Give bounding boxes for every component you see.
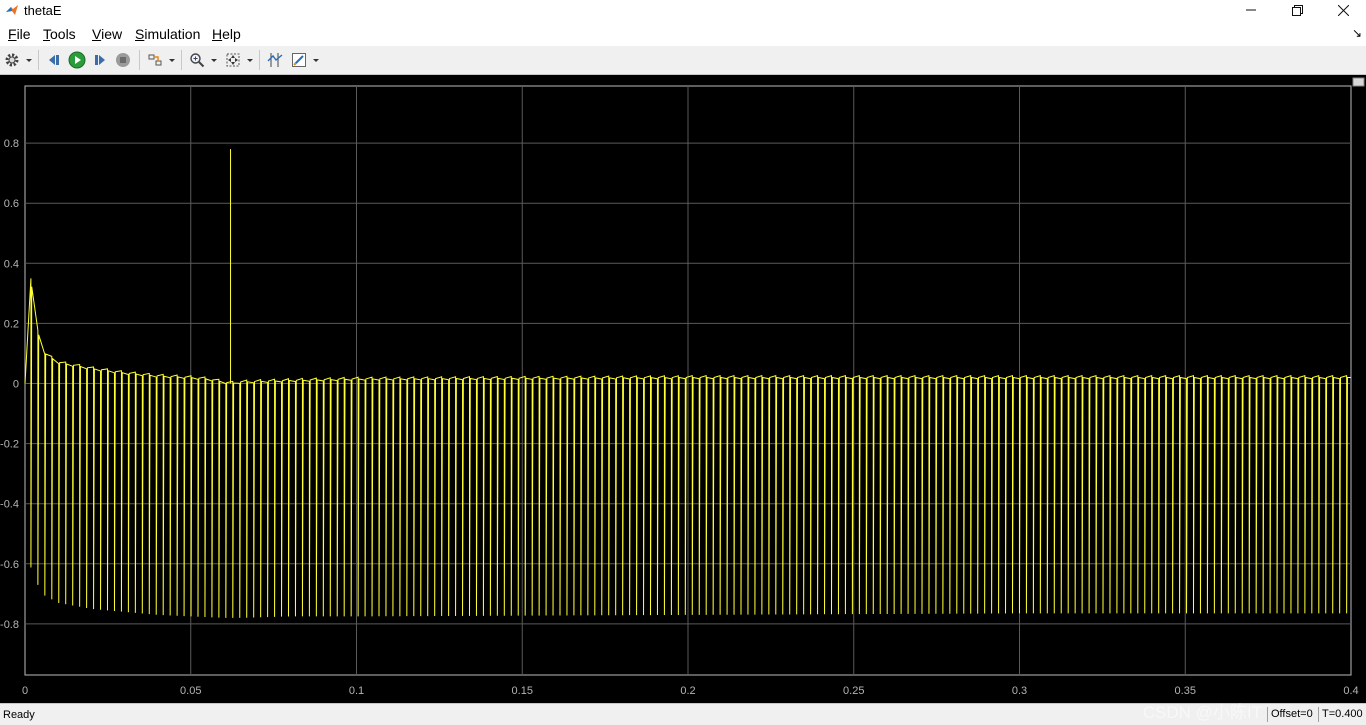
toolbar-separator bbox=[38, 50, 39, 70]
menu-tools[interactable]: Tools bbox=[43, 25, 76, 43]
scope-plot-area: 0 0.05 0.1 0.15 0.2 0.25 0.3 0.35 0.4 -0.8 -0.6 -0.… bbox=[0, 75, 1366, 703]
settings-dropdown-icon[interactable] bbox=[25, 56, 33, 64]
scope-chart[interactable]: 0 0.05 0.1 0.15 0.2 0.25 0.3 0.35 0.4 -0.8 -0.6 -0.… bbox=[0, 75, 1366, 703]
y-tick-label: 0 bbox=[13, 379, 19, 391]
minimize-button[interactable] bbox=[1228, 0, 1274, 22]
matlab-icon bbox=[6, 5, 18, 15]
menu-view-mnemonic: V bbox=[92, 26, 102, 42]
autoscale-button[interactable] bbox=[223, 50, 243, 70]
watermark: CSDN @小陈IT bbox=[1142, 703, 1262, 722]
menu-view[interactable]: View bbox=[92, 25, 122, 43]
highlight-icon bbox=[148, 54, 162, 66]
x-tick-label: 0.35 bbox=[1175, 685, 1196, 697]
menu-simulation[interactable]: Simulation bbox=[135, 25, 200, 43]
autoscale-icon bbox=[226, 53, 240, 67]
autoscale-dropdown-icon[interactable] bbox=[246, 56, 254, 64]
y-tick-label: -0.8 bbox=[0, 619, 19, 631]
y-tick-label: -0.2 bbox=[0, 439, 19, 451]
toolbar-separator bbox=[259, 50, 260, 70]
x-tick-label: 0.2 bbox=[680, 685, 695, 697]
run-icon bbox=[68, 51, 86, 69]
zoom-icon bbox=[190, 53, 205, 68]
step-forward-button[interactable] bbox=[90, 50, 110, 70]
step-forward-icon bbox=[95, 55, 105, 65]
x-tick-label: 0.3 bbox=[1012, 685, 1027, 697]
status-text: Ready bbox=[3, 709, 35, 721]
y-tick-label: 0.6 bbox=[4, 198, 19, 210]
highlight-dropdown-icon[interactable] bbox=[168, 56, 176, 64]
y-tick-label: 0.8 bbox=[4, 138, 19, 150]
status-bar: Ready CSDN @小陈IT Offset=0 T=0.400 bbox=[0, 703, 1366, 725]
step-back-button[interactable] bbox=[44, 50, 64, 70]
menu-simulation-mnemonic: S bbox=[135, 26, 145, 42]
settings-button[interactable] bbox=[2, 50, 22, 70]
style-dropdown-icon[interactable] bbox=[312, 56, 320, 64]
menu-bar: File Tools View Simulation Help ↘ bbox=[0, 22, 1366, 46]
menu-file[interactable]: File bbox=[8, 25, 31, 43]
cursor-measure-button[interactable] bbox=[265, 50, 285, 70]
toolbar-separator bbox=[181, 50, 182, 70]
style-icon bbox=[292, 53, 306, 67]
time-indicator: T=0.400 bbox=[1318, 707, 1366, 722]
toolbar bbox=[0, 46, 1366, 75]
x-tick-label: 0.25 bbox=[843, 685, 864, 697]
menu-tools-mnemonic: T bbox=[43, 26, 50, 42]
highlight-button[interactable] bbox=[145, 50, 165, 70]
restore-button[interactable] bbox=[1274, 0, 1320, 22]
window-title: thetaE bbox=[24, 3, 62, 18]
menu-file-label: ile bbox=[16, 26, 31, 42]
toolbar-separator bbox=[139, 50, 140, 70]
menu-view-label: iew bbox=[101, 26, 123, 42]
x-tick-label: 0.15 bbox=[512, 685, 533, 697]
restore-icon bbox=[1291, 5, 1303, 16]
close-icon bbox=[1337, 4, 1349, 17]
run-button[interactable] bbox=[67, 50, 87, 70]
minimize-icon bbox=[1246, 9, 1256, 11]
axes-expand-icon bbox=[1352, 77, 1365, 87]
menu-help-label: elp bbox=[222, 26, 241, 42]
title-bar: thetaE bbox=[0, 0, 1366, 22]
step-back-icon bbox=[49, 55, 59, 65]
zoom-button[interactable] bbox=[187, 50, 207, 70]
y-tick-label: 0.4 bbox=[4, 258, 19, 270]
stop-button[interactable] bbox=[113, 50, 133, 70]
menu-simulation-label: imulation bbox=[144, 26, 201, 42]
menu-tools-label: ools bbox=[50, 26, 76, 42]
dock-arrow-icon[interactable]: ↘ bbox=[1352, 26, 1362, 40]
close-button[interactable] bbox=[1320, 0, 1366, 22]
settings-icon bbox=[5, 53, 19, 67]
y-tick-label: 0.2 bbox=[4, 318, 19, 330]
menu-help[interactable]: Help bbox=[212, 25, 241, 43]
style-button[interactable] bbox=[289, 50, 309, 70]
x-tick-label: 0.1 bbox=[349, 685, 364, 697]
zoom-dropdown-icon[interactable] bbox=[210, 56, 218, 64]
menu-file-mnemonic: F bbox=[8, 26, 17, 42]
cursor-measure-icon bbox=[267, 53, 283, 67]
menu-help-mnemonic: H bbox=[212, 26, 223, 42]
stop-icon bbox=[116, 53, 130, 67]
y-tick-label: -0.6 bbox=[0, 559, 19, 571]
x-tick-label: 0.4 bbox=[1343, 685, 1358, 697]
y-tick-label: -0.4 bbox=[0, 499, 19, 511]
offset-indicator: Offset=0 bbox=[1267, 707, 1316, 722]
x-tick-label: 0.05 bbox=[180, 685, 201, 697]
x-tick-label: 0 bbox=[22, 685, 28, 697]
